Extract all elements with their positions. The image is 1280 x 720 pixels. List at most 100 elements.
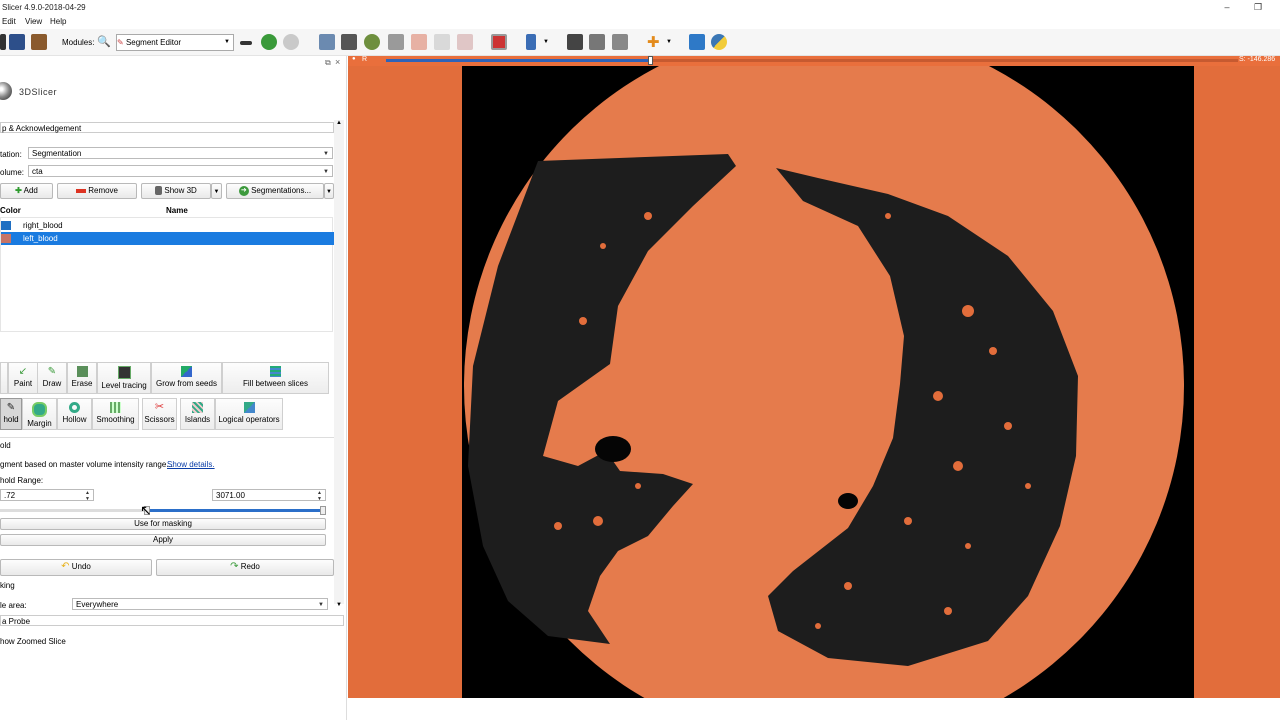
use-for-masking-button[interactable]: Use for masking (0, 518, 326, 530)
scene-view-icon[interactable] (589, 34, 605, 50)
threshold-high-handle[interactable] (320, 506, 326, 515)
remove-segment-button[interactable]: Remove (57, 183, 137, 199)
scroll-down-icon[interactable]: ▼ (336, 602, 342, 608)
hollow-icon (69, 402, 80, 413)
load-data-icon[interactable] (0, 34, 6, 50)
column-color[interactable]: Color (0, 204, 21, 217)
module-history-icon[interactable] (240, 41, 252, 45)
layout-icon[interactable] (491, 34, 507, 50)
apply-label: Apply (152, 535, 173, 544)
overlay-right-band (1194, 66, 1280, 698)
effect-scissors-button[interactable]: ✂ Scissors (142, 398, 177, 430)
close-icon[interactable]: × (335, 57, 340, 67)
threshold-icon: ✎ (6, 402, 16, 413)
effect-grow-from-seeds-button[interactable]: Grow from seeds (151, 362, 222, 394)
table-row-selected[interactable]: left_blood (1, 232, 334, 245)
redo-button[interactable]: ↷ Redo (156, 559, 334, 576)
extension-manager-icon[interactable] (612, 34, 628, 50)
segmentations-button[interactable]: ➜ Segmentations... (226, 183, 324, 199)
threshold-max-value: 3071.00 (216, 491, 245, 500)
back-arrow-icon[interactable] (261, 34, 277, 50)
data-probe-section[interactable]: a Probe (0, 615, 344, 626)
segment-color-swatch[interactable] (1, 221, 11, 230)
volumes-icon[interactable] (341, 34, 357, 50)
cube-icon (155, 186, 163, 196)
spin-arrows-icon[interactable]: ▲ ▼ (317, 490, 322, 502)
restore-button[interactable]: ❐ (1249, 2, 1267, 13)
editable-area-selector[interactable]: Everywhere ▼ (72, 598, 328, 610)
spin-arrows-icon[interactable]: ▲ ▼ (85, 490, 90, 502)
threshold-max-spinbox[interactable]: 3071.00 ▲ ▼ (212, 489, 326, 502)
column-name[interactable]: Name (166, 204, 188, 217)
show-details-link[interactable]: Show details. (167, 460, 215, 469)
overlay-left-band (348, 66, 462, 698)
effect-fill-between-slices-button[interactable]: Fill between slices (222, 362, 329, 394)
add-segment-button[interactable]: ✚ Add (0, 183, 53, 199)
threshold-min-spinbox[interactable]: .72 ▲ ▼ (0, 489, 94, 502)
markups-icon[interactable] (411, 34, 427, 50)
models-icon[interactable] (364, 34, 380, 50)
slice-offset-slider[interactable] (386, 56, 1238, 65)
effect-label: Hollow (62, 415, 87, 424)
undock-icon[interactable]: ⧉ (325, 58, 331, 68)
segment-color-swatch[interactable] (1, 234, 11, 243)
effect-islands-button[interactable]: Islands (180, 398, 215, 430)
screenshot-icon[interactable] (567, 34, 583, 50)
modules-label: Modules: (62, 38, 95, 47)
mouse-mode-icon[interactable] (526, 34, 536, 50)
search-icon[interactable]: 🔍 (97, 35, 111, 48)
chevron-down-icon[interactable]: ▼ (666, 39, 672, 45)
chevron-down-icon: ▼ (213, 189, 220, 195)
effect-draw-button[interactable]: ✎ Draw (37, 362, 67, 394)
effect-logical-operators-button[interactable]: Logical operators (215, 398, 283, 430)
forward-arrow-icon[interactable] (283, 34, 299, 50)
menu-view[interactable]: View (25, 17, 42, 26)
menu-edit[interactable]: Edit (2, 17, 16, 26)
divider (0, 437, 334, 438)
extension-icon[interactable] (689, 34, 705, 50)
effect-label: hold (3, 415, 19, 424)
dcm-icon[interactable] (9, 34, 25, 50)
threshold-range-slider[interactable] (0, 506, 326, 515)
master-volume-selector[interactable]: cta ▼ (28, 165, 333, 177)
masking-section[interactable]: king (0, 581, 15, 590)
show-3d-button[interactable]: Show 3D (141, 183, 211, 199)
pin-icon[interactable]: ● (352, 56, 356, 62)
scroll-up-icon[interactable]: ▲ (336, 120, 342, 126)
module-selector[interactable]: ✎ Segment Editor ▼ (116, 34, 234, 51)
segmentation-selector[interactable]: Segmentation ▼ (28, 147, 333, 159)
chevron-down-icon[interactable]: ▼ (543, 39, 549, 45)
effect-paint-button[interactable]: ↙ Paint (8, 362, 38, 394)
slice-slider-handle[interactable] (648, 56, 654, 65)
effect-smoothing-button[interactable]: Smoothing (92, 398, 139, 430)
slice-view-red[interactable] (348, 66, 1280, 698)
crosshair-icon[interactable]: ✚ (647, 33, 660, 51)
help-acknowledgement-section[interactable]: p & Acknowledgement (0, 122, 334, 133)
segmentation-label: tation: (0, 150, 22, 159)
show-zoomed-slice-label[interactable]: how Zoomed Slice (0, 637, 66, 646)
transforms-icon[interactable] (388, 34, 404, 50)
effect-hollow-button[interactable]: Hollow (57, 398, 92, 430)
menu-help[interactable]: Help (50, 17, 66, 26)
effect-none-button[interactable] (0, 362, 8, 394)
effect-erase-button[interactable]: Erase (67, 362, 97, 394)
apply-button[interactable]: Apply (0, 534, 326, 546)
segmentations-menu-button[interactable]: ▼ (324, 183, 334, 199)
effect-threshold-button[interactable]: ✎ hold (0, 398, 22, 430)
module-panel: ⧉ × 3DSlicer p & Acknowledgement ▲ tatio… (0, 56, 347, 720)
threshold-range-label: hold Range: (0, 476, 44, 485)
islands-icon (192, 402, 203, 413)
table-row[interactable]: right_blood (1, 219, 334, 232)
arrow-right-icon: ➜ (238, 185, 249, 196)
editor-icon[interactable] (434, 34, 450, 50)
data-module-icon[interactable] (319, 34, 335, 50)
minimize-button[interactable]: – (1218, 2, 1236, 13)
effect-level-tracing-button[interactable]: Level tracing (97, 362, 151, 394)
show-3d-menu-button[interactable]: ▼ (211, 183, 222, 199)
undo-button[interactable]: ↶ Undo (0, 559, 152, 576)
python-icon[interactable] (711, 34, 727, 50)
save-icon[interactable] (31, 34, 47, 50)
effect-margin-button[interactable]: Margin (22, 398, 57, 430)
segment-editor-icon[interactable] (457, 34, 473, 50)
panel-scrollbar[interactable]: ▲ (334, 120, 344, 604)
